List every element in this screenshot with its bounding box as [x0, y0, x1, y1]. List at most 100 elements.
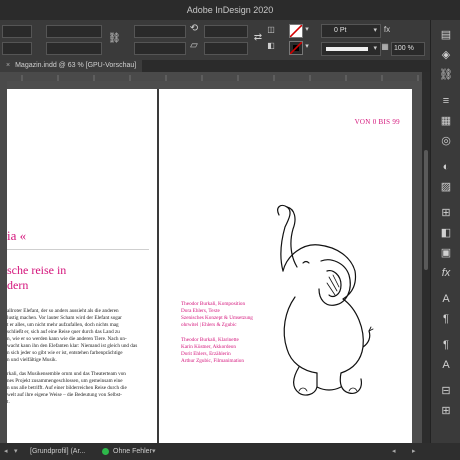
- select-content-icon[interactable]: ◧: [266, 40, 276, 52]
- right-page[interactable]: VON 0 BIS 99 Theodor Burkali, Kompositio…: [159, 89, 412, 444]
- stroke-type-dropdown-icon[interactable]: ▾: [373, 43, 377, 55]
- article-title[interactable]: ia «: [7, 228, 26, 244]
- stroke-swatch[interactable]: [289, 41, 303, 55]
- stroke-weight-field[interactable]: 0 Pt ▾: [321, 24, 381, 38]
- height-field[interactable]: [46, 42, 102, 55]
- width-field[interactable]: [46, 25, 102, 38]
- select-container-icon[interactable]: ◫: [266, 24, 276, 36]
- color-icon[interactable]: ◐: [431, 160, 460, 174]
- table-icon[interactable]: ⊟: [431, 384, 460, 398]
- app-titlebar: Adobe InDesign 2020: [0, 0, 460, 20]
- panel-dock: ▤ ◈ ⛓ ≡ ▦ ◎ ◐ ▨ ⊞ ◧ ▣ fx A ¶ ¶ A ⊟ ⊞: [430, 20, 460, 460]
- character-styles-icon[interactable]: A: [431, 358, 460, 372]
- credit-line: Theodor Burkali, Komposition: [181, 301, 246, 307]
- close-tab-icon[interactable]: ×: [6, 62, 10, 69]
- stroke-icon[interactable]: ≡: [431, 94, 460, 108]
- credit-line: ohrwitel | Ehlers & Zgubic: [181, 322, 237, 328]
- vertical-ruler[interactable]: [0, 81, 7, 443]
- preflight-menu-icon[interactable]: ▾: [152, 443, 156, 460]
- fill-swatch[interactable]: [289, 24, 303, 38]
- body-text-frame[interactable]: allroter Elefant, der so anders aussieht…: [7, 308, 137, 406]
- body-line: n sich jeder so gibt wie er ist, entsteh…: [7, 350, 123, 356]
- character-icon[interactable]: A: [431, 292, 460, 306]
- none-swatch-icon: [290, 25, 302, 37]
- align-icon[interactable]: ⊞: [431, 206, 460, 220]
- vertical-scrollbar-thumb[interactable]: [424, 150, 428, 270]
- control-bar: ⛓ ⟲ ▱ ⇄ ◫ ◧ ▾ ▾ 0 Pt ▾ ▾ fx ▦ 100 % ☰: [0, 20, 460, 61]
- swatches-icon[interactable]: ▦: [431, 114, 460, 128]
- rotation-field[interactable]: [204, 25, 248, 38]
- paragraph-styles-icon[interactable]: ¶: [431, 338, 460, 352]
- body-line: allroter Elefant, der so anders aussieht…: [7, 308, 119, 314]
- pages-icon[interactable]: ▤: [431, 28, 460, 42]
- body-line: schließt er, sich auf eine Reise quer du…: [7, 329, 120, 335]
- article-subtitle-line2[interactable]: dern: [7, 278, 28, 293]
- ruler-ticks: [21, 75, 419, 81]
- body-line: [7, 364, 137, 371]
- scroll-left-icon[interactable]: ◂: [392, 443, 396, 460]
- shear-field[interactable]: [204, 42, 248, 55]
- body-line: t.: [7, 399, 10, 405]
- scale-y-field[interactable]: [134, 42, 186, 55]
- scale-x-field[interactable]: [134, 25, 186, 38]
- status-bar: ◂ ▾ [Grundprofil] (Ar... Ohne Fehler ▾ ◂…: [0, 443, 460, 460]
- body-line: welt auf ihre eigene Weise – die Bedeutu…: [7, 392, 122, 398]
- body-line: rkali, das Musikensemble ornm und das Th…: [7, 371, 126, 377]
- fx-icon[interactable]: fx: [382, 24, 392, 36]
- credit-line: Arthur Zgubic, Filmanimation: [181, 358, 244, 364]
- stroke-weight-dropdown-icon[interactable]: ▾: [373, 25, 377, 37]
- glyphs-icon[interactable]: ⊞: [431, 404, 460, 418]
- stroke-none-icon: [290, 42, 302, 54]
- page-nav-first-icon[interactable]: ◂: [4, 443, 8, 460]
- preflight-status[interactable]: Ohne Fehler: [113, 443, 152, 460]
- y-position-field[interactable]: [2, 42, 32, 55]
- credit-line: Karin Küstner, Akkordeon: [181, 344, 236, 350]
- body-line: n uns alle betrifft. Auf einer bilderrei…: [7, 385, 127, 391]
- stroke-dropdown-icon[interactable]: ▾: [303, 41, 311, 53]
- cc-libraries-icon[interactable]: ◎: [431, 134, 460, 148]
- profile-selector[interactable]: [Grundprofil] (Ar...: [30, 443, 85, 460]
- body-line: lustig machen. Vor lauter Scham wird der…: [7, 315, 122, 321]
- page-nav-menu-icon[interactable]: ▾: [14, 443, 18, 460]
- text-wrap-icon[interactable]: ▣: [431, 246, 460, 260]
- fill-dropdown-icon[interactable]: ▾: [303, 24, 311, 36]
- opacity-icon: ▦: [381, 42, 389, 51]
- constrain-proportions-icon[interactable]: ⛓: [108, 33, 121, 45]
- elephant-illustration[interactable]: [259, 201, 379, 411]
- body-line: n, wie er so werden kann wie die anderen…: [7, 336, 127, 342]
- document-tab[interactable]: × Magazin.indd @ 63 % [GPU-Vorschau]: [0, 60, 143, 72]
- credits-block-1[interactable]: Theodor Burkali, Komposition Dora Ehlers…: [181, 301, 253, 329]
- body-line: wacht kann ihn den Elefanten klar: Niema…: [7, 343, 138, 349]
- body-line: n und vielfältige Musik.: [7, 357, 57, 363]
- body-line: t er alles, um nicht mehr aufzufallen, d…: [7, 322, 119, 328]
- body-line: nes Projekt zusammengeschlossen, um geme…: [7, 378, 123, 384]
- stroke-type-selector[interactable]: ▾: [321, 42, 381, 56]
- pasteboard[interactable]: ia « sche reise in dern allroter Elefant…: [7, 81, 422, 444]
- left-page[interactable]: ia « sche reise in dern allroter Elefant…: [7, 89, 157, 444]
- scroll-right-icon[interactable]: ▸: [412, 443, 416, 460]
- preflight-status-dot: [102, 448, 109, 455]
- credit-line: Dora Ehlers, Texte: [181, 308, 220, 314]
- article-subtitle-line1[interactable]: sche reise in: [7, 263, 66, 278]
- rotate-icon[interactable]: ⟲: [188, 23, 200, 35]
- links-icon[interactable]: ⛓: [431, 68, 460, 82]
- credit-line: Szenisches Konzept & Umsetzung: [181, 315, 253, 321]
- opacity-field[interactable]: 100 %: [391, 42, 425, 56]
- fx-panel-icon[interactable]: fx: [431, 266, 460, 280]
- credit-line: Dorit Ehlers, Erzählerin: [181, 351, 231, 357]
- window-title: Adobe InDesign 2020: [186, 5, 274, 15]
- credits-block-2[interactable]: Theodor Burkali, Klarinette Karin Küstne…: [181, 337, 244, 365]
- paragraph-icon[interactable]: ¶: [431, 312, 460, 326]
- gradient-icon[interactable]: ▨: [431, 180, 460, 194]
- zoom-value: 100 %: [394, 45, 414, 52]
- document-tab-label: Magazin.indd @ 63 % [GPU-Vorschau]: [15, 62, 137, 69]
- x-position-field[interactable]: [2, 25, 32, 38]
- effects-icon[interactable]: ◧: [431, 226, 460, 240]
- layers-icon[interactable]: ◈: [431, 48, 460, 62]
- flip-icon[interactable]: ⇄: [252, 32, 264, 44]
- page-header[interactable]: VON 0 BIS 99: [355, 118, 400, 126]
- credit-line: Theodor Burkali, Klarinette: [181, 337, 239, 343]
- title-rule: [7, 249, 149, 250]
- shear-icon[interactable]: ▱: [188, 40, 200, 52]
- stroke-type-preview: [326, 47, 368, 51]
